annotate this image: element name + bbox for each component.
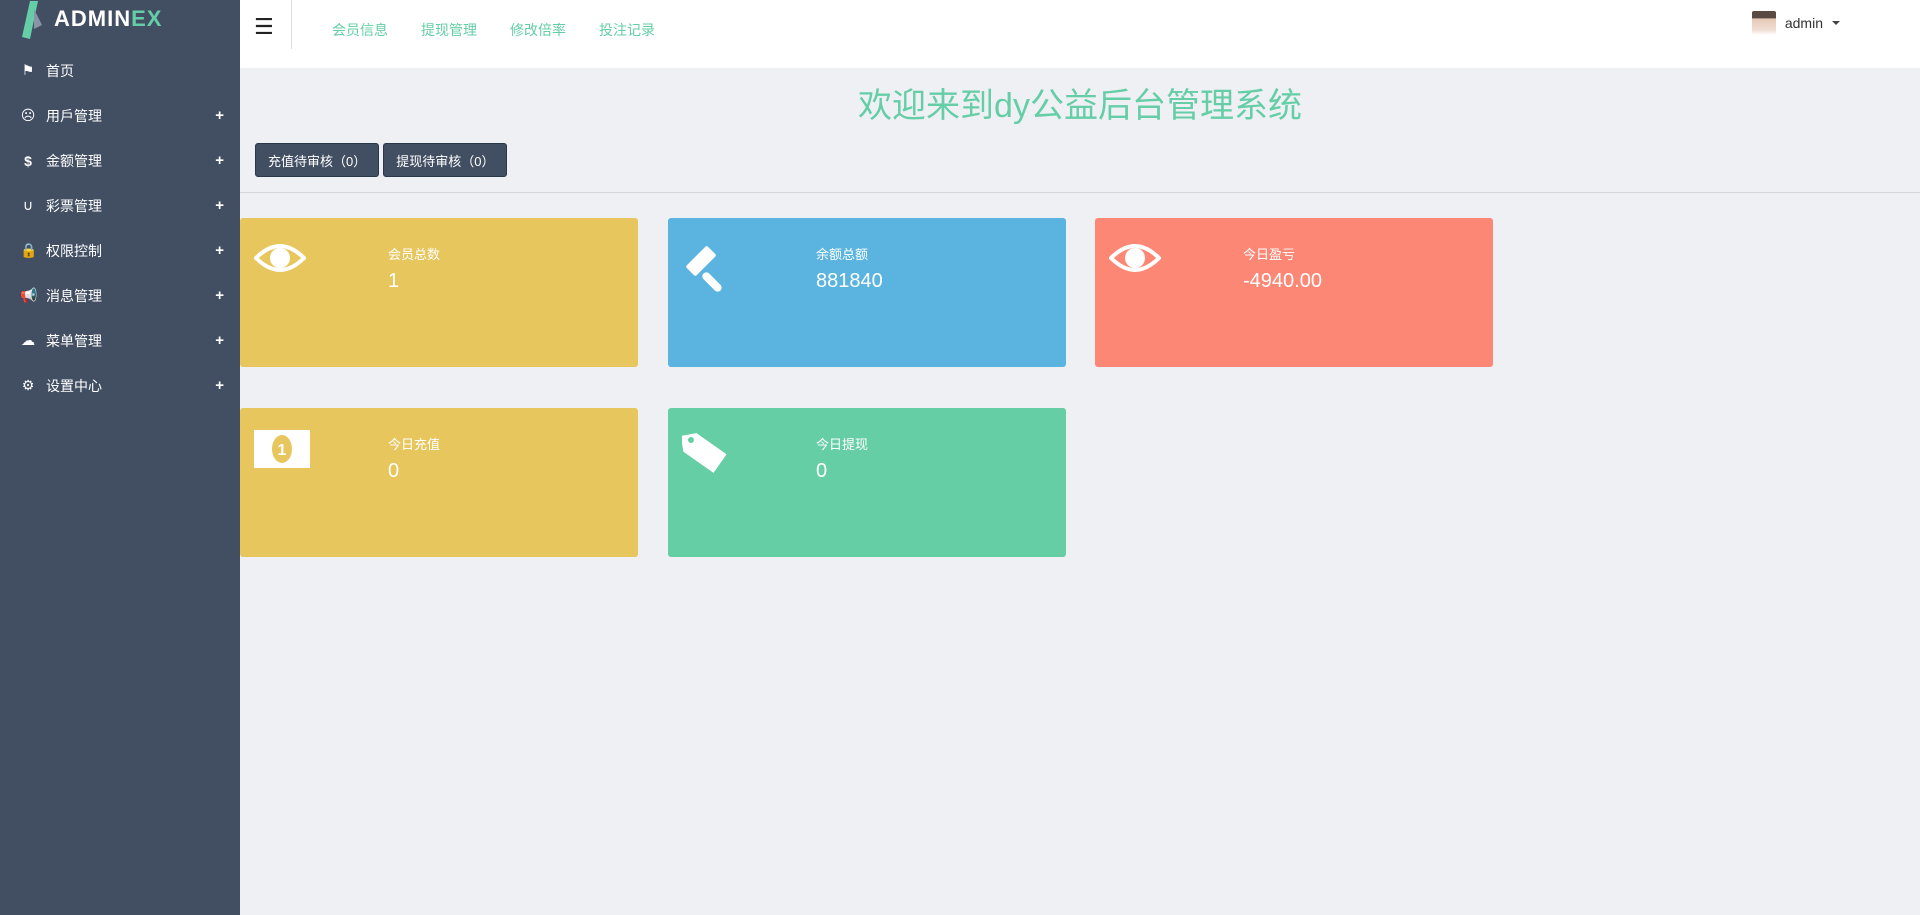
username: admin bbox=[1784, 15, 1823, 31]
flag-icon: ⚑ bbox=[21, 62, 35, 78]
brand-suffix: EX bbox=[131, 6, 163, 31]
tag-icon bbox=[680, 430, 734, 474]
nav-withdraw-manage[interactable]: 提现管理 bbox=[421, 20, 477, 40]
menu-toggle-icon[interactable]: ☰ bbox=[254, 14, 274, 40]
sidebar-item-label: 彩票管理 bbox=[46, 197, 102, 214]
stat-card: 会员总数 1 bbox=[240, 218, 638, 367]
expand-icon[interactable]: + bbox=[215, 152, 224, 169]
top-nav: 会员信息 提现管理 修改倍率 投注记录 bbox=[332, 20, 655, 40]
stat-label: 会员总数 bbox=[388, 247, 441, 262]
frown-icon: ☹ bbox=[20, 107, 36, 123]
sidebar-item-label: 首页 bbox=[46, 62, 74, 79]
expand-icon[interactable]: + bbox=[215, 242, 224, 259]
brand-prefix: ADMIN bbox=[54, 6, 132, 31]
stat-value: 0 bbox=[816, 460, 828, 482]
eye-icon bbox=[253, 240, 307, 284]
header-divider bbox=[291, 0, 292, 49]
cloud-icon: ☁ bbox=[21, 332, 35, 348]
caret-down-icon bbox=[1832, 21, 1840, 25]
dollar-icon: $ bbox=[24, 152, 32, 169]
nav-member-info[interactable]: 会员信息 bbox=[332, 20, 388, 40]
nav-modify-rate[interactable]: 修改倍率 bbox=[510, 20, 566, 40]
nav-bet-records[interactable]: 投注记录 bbox=[599, 20, 655, 40]
expand-icon[interactable]: + bbox=[215, 377, 224, 394]
stat-value: 0 bbox=[388, 460, 400, 482]
lock-icon: 🔒 bbox=[20, 242, 38, 258]
stat-card: 余额总额 881840 bbox=[668, 218, 1066, 367]
user-menu[interactable]: admin bbox=[1751, 11, 1840, 35]
eye-icon bbox=[1108, 240, 1162, 284]
pending-recharge-button[interactable]: 充值待审核（0） bbox=[255, 143, 380, 177]
gear-icon: ⚙ bbox=[21, 377, 35, 393]
gavel-icon bbox=[682, 240, 734, 292]
money-icon: 1 bbox=[254, 430, 310, 474]
divider bbox=[240, 192, 1920, 193]
stat-value: 881840 bbox=[816, 270, 883, 292]
magnet-icon: ∪ bbox=[22, 197, 34, 213]
svg-text:1: 1 bbox=[278, 442, 287, 459]
sidebar-item-5[interactable]: 📢 消息管理 + bbox=[0, 273, 240, 318]
sidebar-item-0[interactable]: ⚑ 首页 bbox=[0, 48, 240, 93]
stat-label: 今日充值 bbox=[388, 437, 441, 452]
sidebar-item-label: 权限控制 bbox=[46, 242, 102, 259]
sidebar-item-label: 用戶管理 bbox=[46, 107, 102, 124]
stat-label: 今日盈亏 bbox=[1243, 247, 1296, 262]
stat-label: 余额总额 bbox=[816, 247, 869, 262]
expand-icon[interactable]: + bbox=[215, 332, 224, 349]
sidebar-item-6[interactable]: ☁ 菜单管理 + bbox=[0, 318, 240, 363]
sidebar-item-1[interactable]: ☹ 用戶管理 + bbox=[0, 93, 240, 138]
bullhorn-icon: 📢 bbox=[20, 287, 38, 303]
sidebar-item-label: 菜单管理 bbox=[46, 332, 102, 349]
logo[interactable]: ADMINEX bbox=[0, 0, 240, 39]
expand-icon[interactable]: + bbox=[215, 197, 224, 214]
stat-label: 今日提现 bbox=[816, 437, 869, 452]
sidebar-item-4[interactable]: 🔒 权限控制 + bbox=[0, 228, 240, 273]
stat-value: 1 bbox=[388, 270, 400, 292]
sidebar-item-3[interactable]: ∪ 彩票管理 + bbox=[0, 183, 240, 228]
logo-icon bbox=[22, 1, 42, 39]
sidebar-item-label: 金额管理 bbox=[46, 152, 102, 169]
stat-card: 今日盈亏 -4940.00 bbox=[1095, 218, 1493, 367]
stat-card: 今日提现 0 bbox=[668, 408, 1066, 557]
expand-icon[interactable]: + bbox=[215, 287, 224, 304]
sidebar-item-label: 消息管理 bbox=[46, 287, 102, 304]
sidebar-item-2[interactable]: $ 金额管理 + bbox=[0, 138, 240, 183]
top-header: ☰ 会员信息 提现管理 修改倍率 投注记录 admin bbox=[240, 0, 1920, 68]
avatar bbox=[1751, 11, 1776, 35]
stat-value: -4940.00 bbox=[1243, 270, 1322, 292]
stat-card: 1 今日充值 0 bbox=[240, 408, 638, 557]
expand-icon[interactable]: + bbox=[215, 107, 224, 124]
sidebar-item-7[interactable]: ⚙ 设置中心 + bbox=[0, 363, 240, 408]
page-title: 欢迎来到dy公益后台管理系统 bbox=[858, 87, 1302, 125]
pending-withdraw-button[interactable]: 提现待审核（0） bbox=[383, 143, 508, 177]
sidebar: ADMINEX ⚑ 首页 ☹ 用戶管理 + $ 金额管理 + ∪ 彩票管理 + 🔒 权限控制 + 📢 消息管理… bbox=[0, 0, 240, 915]
sidebar-item-label: 设置中心 bbox=[46, 377, 102, 394]
